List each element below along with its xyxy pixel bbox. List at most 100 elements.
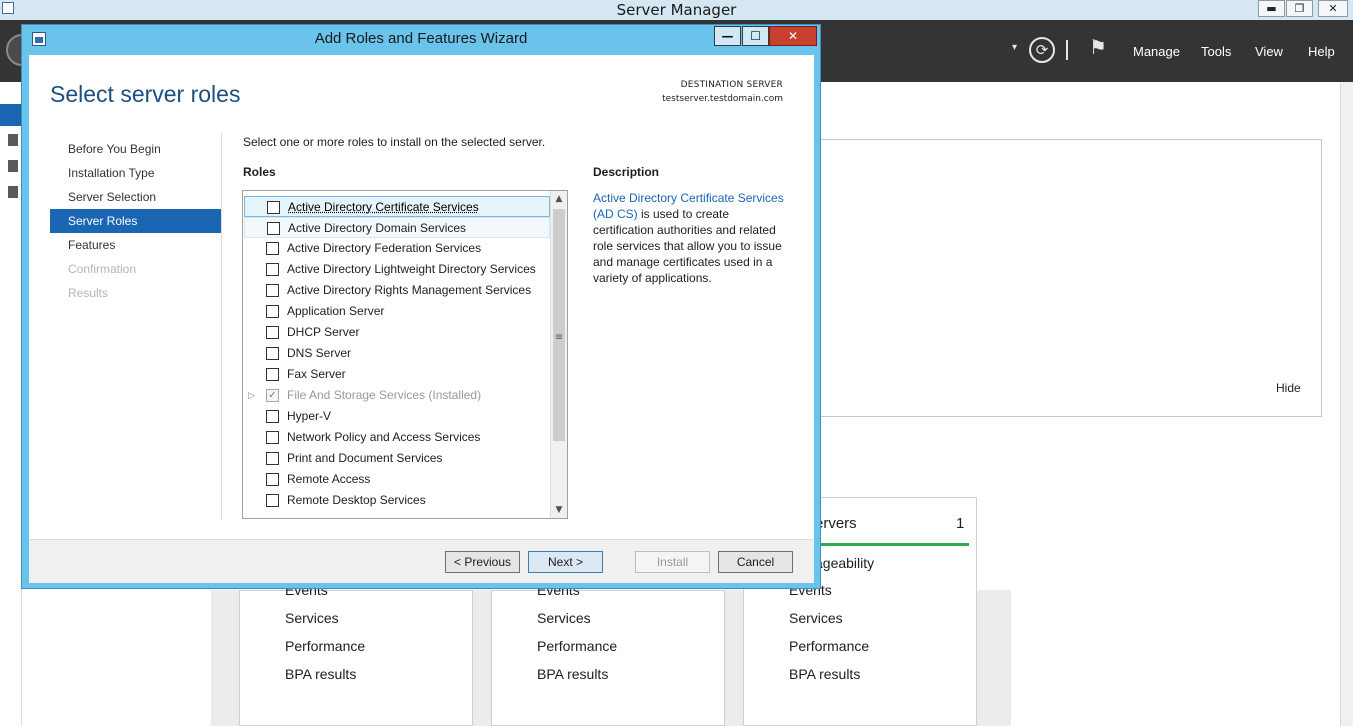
instruction-text: Select one or more roles to install on t… xyxy=(243,135,546,149)
minimize-button[interactable]: ▬ xyxy=(1258,0,1285,17)
step-installation-type[interactable]: Installation Type xyxy=(50,161,221,185)
step-before-you-begin[interactable]: Before You Begin xyxy=(50,137,221,161)
wizard-minimize-button[interactable]: — xyxy=(714,26,741,46)
wizard-maximize-button[interactable]: ☐ xyxy=(742,26,769,46)
description-text: Active Directory Certificate Services (A… xyxy=(593,190,788,286)
destination-server-name: testserver.testdomain.com xyxy=(662,94,783,104)
roles-scrollbar[interactable]: ▲ ≡ ▼ xyxy=(550,191,567,518)
role-checkbox[interactable] xyxy=(267,222,280,235)
role-checkbox[interactable] xyxy=(266,410,279,423)
role-checkbox[interactable] xyxy=(266,368,279,381)
wizard-steps-nav: Before You Begin Installation Type Serve… xyxy=(50,137,221,305)
restore-button[interactable]: ❐ xyxy=(1286,0,1313,17)
role-checkbox[interactable] xyxy=(266,347,279,360)
role-item[interactable]: Hyper-V xyxy=(244,406,550,427)
role-checkbox[interactable] xyxy=(266,431,279,444)
role-item[interactable]: Application Server xyxy=(244,301,550,322)
description-heading: Description xyxy=(593,165,660,179)
nav-dashboard-item[interactable] xyxy=(0,104,22,126)
local-server-icon[interactable] xyxy=(8,134,18,146)
all-servers-icon[interactable] xyxy=(8,160,18,172)
role-checkbox[interactable] xyxy=(267,201,280,214)
tile-2-bpa-results[interactable]: BPA results xyxy=(537,666,608,682)
role-label: Active Directory Lightweight Directory S… xyxy=(287,262,536,276)
role-checkbox[interactable] xyxy=(266,473,279,486)
tile-3-title[interactable]: ervers xyxy=(815,515,857,532)
step-server-selection[interactable]: Server Selection xyxy=(50,185,221,209)
cancel-button[interactable]: Cancel xyxy=(718,551,793,573)
next-button[interactable]: Next > xyxy=(528,551,603,573)
role-item[interactable]: DHCP Server xyxy=(244,322,550,343)
roles-list: Active Directory Certificate Services Ac… xyxy=(242,190,568,519)
notifications-flag-icon[interactable]: ⚑ xyxy=(1089,35,1107,59)
role-checkbox[interactable] xyxy=(266,452,279,465)
tile-3-services[interactable]: Services xyxy=(789,610,843,626)
menu-manage[interactable]: Manage xyxy=(1133,44,1180,59)
tile-3-performance[interactable]: Performance xyxy=(789,638,869,654)
role-checkbox-checked: ✓ xyxy=(266,389,279,402)
role-label: File And Storage Services (Installed) xyxy=(287,388,482,402)
role-label: Active Directory Rights Management Servi… xyxy=(287,283,532,297)
expand-arrow-icon[interactable]: ▷ xyxy=(248,385,255,406)
file-storage-icon[interactable] xyxy=(8,186,18,198)
role-checkbox[interactable] xyxy=(266,284,279,297)
role-item[interactable]: Active Directory Certificate Services xyxy=(244,196,550,217)
tile-3-manageability[interactable]: ageability xyxy=(815,555,874,571)
scroll-thumb[interactable]: ≡ xyxy=(553,209,565,441)
role-label: Remote Desktop Services xyxy=(287,493,426,507)
menu-view[interactable]: View xyxy=(1255,44,1283,59)
role-item[interactable]: Remote Desktop Services xyxy=(244,490,550,511)
server-manager-title: Server Manager xyxy=(616,1,737,19)
role-item[interactable]: Network Policy and Access Services xyxy=(244,427,550,448)
wizard-close-button[interactable]: ✕ xyxy=(769,26,817,46)
destination-server-label: DESTINATION SERVER xyxy=(680,80,783,90)
scroll-up-arrow-icon[interactable]: ▲ xyxy=(551,191,567,207)
steps-divider xyxy=(221,133,222,520)
refresh-icon[interactable]: ⟳ xyxy=(1029,37,1055,63)
scroll-down-arrow-icon[interactable]: ▼ xyxy=(551,502,567,518)
dropdown-icon[interactable]: ▾ xyxy=(1012,42,1017,53)
role-item[interactable]: ▷ ✓ File And Storage Services (Installed… xyxy=(244,385,550,406)
menu-tools[interactable]: Tools xyxy=(1201,44,1231,59)
server-manager-titlebar: Server Manager ▬ ❐ ✕ xyxy=(0,0,1353,20)
tile-1-services[interactable]: Services xyxy=(285,610,339,626)
role-item[interactable]: Fax Server xyxy=(244,364,550,385)
menu-help[interactable]: Help xyxy=(1308,44,1335,59)
scroll-grip-icon: ≡ xyxy=(554,332,564,343)
role-item[interactable]: Active Directory Rights Management Servi… xyxy=(244,280,550,301)
previous-button[interactable]: < Previous xyxy=(445,551,520,573)
role-label: Active Directory Federation Services xyxy=(287,241,482,255)
role-checkbox[interactable] xyxy=(266,242,279,255)
role-item[interactable]: Remote Access xyxy=(244,469,550,490)
tile-3 xyxy=(743,590,977,726)
tile-2-services[interactable]: Services xyxy=(537,610,591,626)
role-checkbox[interactable] xyxy=(266,494,279,507)
role-label: Active Directory Domain Services xyxy=(288,221,467,235)
tile-3-count: 1 xyxy=(956,515,965,532)
hide-welcome-link[interactable]: Hide xyxy=(1276,381,1301,395)
role-item[interactable]: Active Directory Domain Services xyxy=(244,217,550,238)
step-features[interactable]: Features xyxy=(50,233,221,257)
tile-2 xyxy=(491,590,725,726)
tile-1-performance[interactable]: Performance xyxy=(285,638,365,654)
role-checkbox[interactable] xyxy=(266,305,279,318)
role-checkbox[interactable] xyxy=(266,326,279,339)
role-label: Remote Access xyxy=(287,472,371,486)
tile-1 xyxy=(239,590,473,726)
tile-3-status-bar xyxy=(815,543,969,546)
close-button[interactable]: ✕ xyxy=(1318,0,1348,17)
role-item[interactable]: Print and Document Services xyxy=(244,448,550,469)
tile-3-bpa-results[interactable]: BPA results xyxy=(789,666,860,682)
role-item[interactable]: Active Directory Lightweight Directory S… xyxy=(244,259,550,280)
role-item[interactable]: DNS Server xyxy=(244,343,550,364)
role-item[interactable]: Active Directory Federation Services xyxy=(244,238,550,259)
role-label: Fax Server xyxy=(287,367,346,381)
tile-2-performance[interactable]: Performance xyxy=(537,638,617,654)
header-separator xyxy=(1066,40,1068,60)
tile-1-bpa-results[interactable]: BPA results xyxy=(285,666,356,682)
left-navigation xyxy=(0,82,22,726)
dashboard-scrollbar[interactable] xyxy=(1340,82,1353,726)
step-server-roles[interactable]: Server Roles xyxy=(50,209,221,233)
role-checkbox[interactable] xyxy=(266,263,279,276)
add-roles-wizard-window: Add Roles and Features Wizard — ☐ ✕ Sele… xyxy=(21,24,821,589)
